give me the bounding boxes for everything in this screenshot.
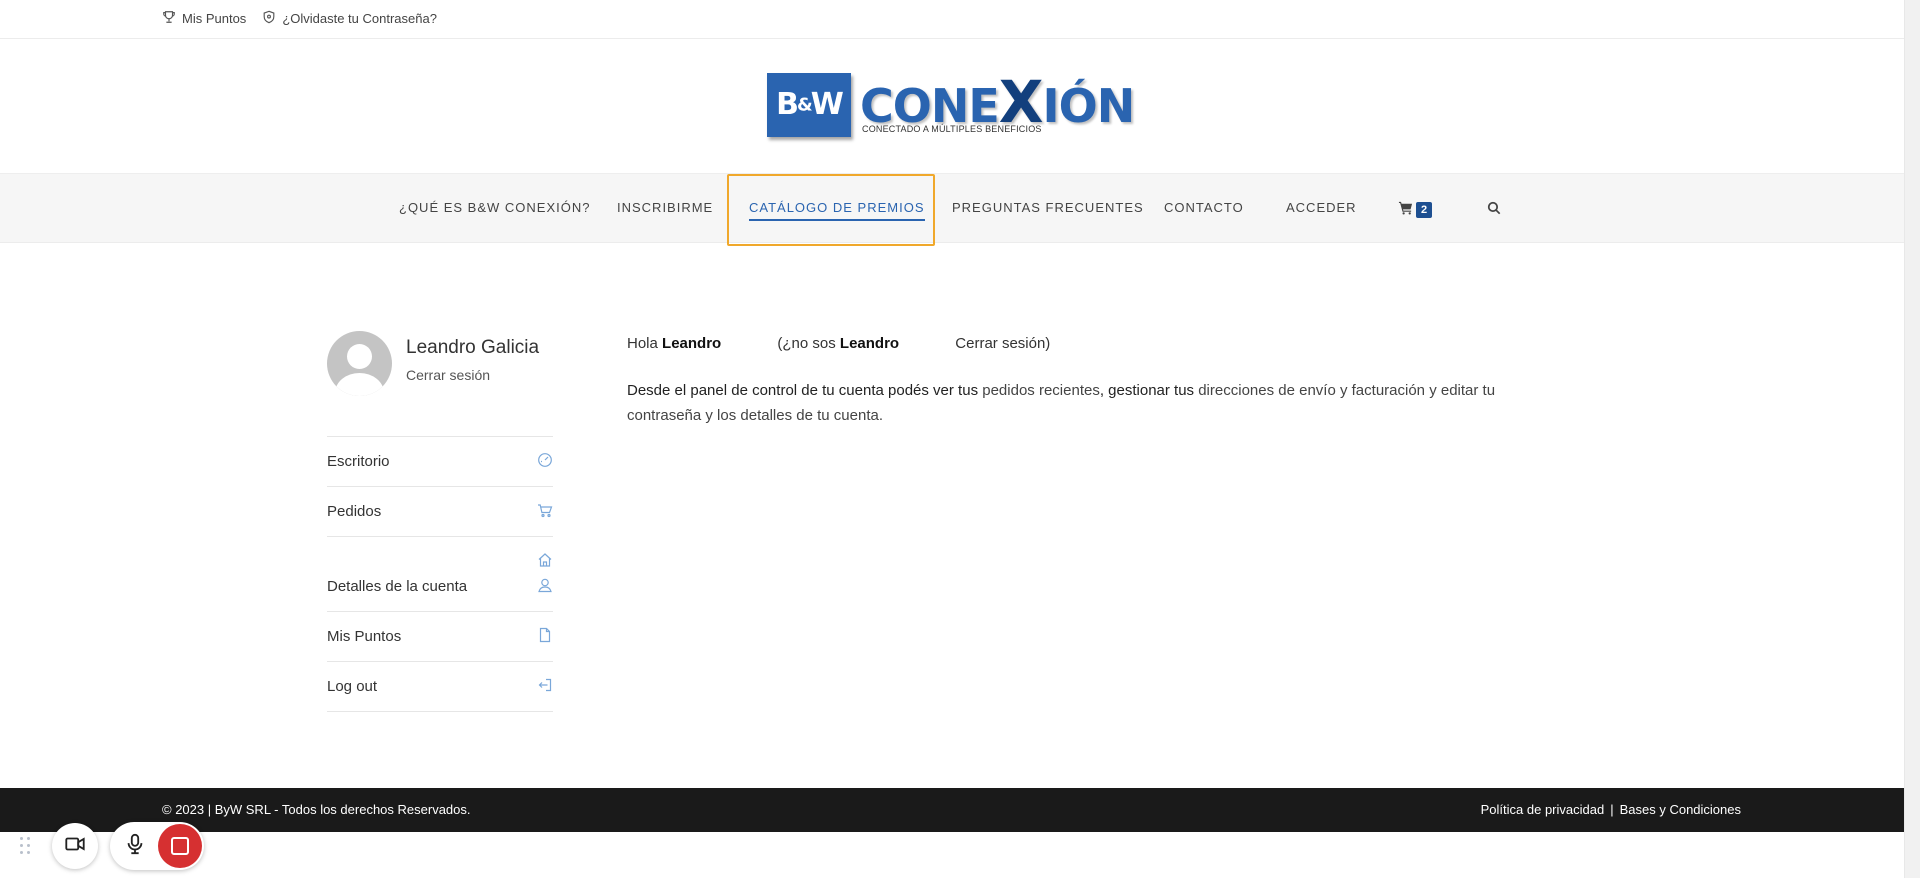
sidebar-logout-link[interactable]: Cerrar sesión	[406, 367, 490, 383]
document-icon	[537, 627, 553, 643]
microphone-icon	[125, 833, 145, 860]
my-points-link[interactable]: Mis Puntos	[162, 10, 246, 27]
drag-handle-icon[interactable]	[16, 834, 38, 858]
menu-item-label: Escritorio	[327, 453, 390, 470]
greeting-logout-link[interactable]: Cerrar sesión)	[955, 335, 1050, 352]
account-details-link[interactable]: contraseña y los detalles de tu cuenta	[627, 407, 879, 424]
home-icon	[537, 552, 553, 568]
stop-recording-button[interactable]	[158, 824, 202, 868]
greeting-line: Hola Leandro (¿no sos Leandro Cerrar ses…	[627, 335, 1051, 352]
stop-icon	[171, 837, 189, 855]
forgot-password-link[interactable]: ¿Olvidaste tu Contraseña?	[262, 10, 437, 27]
avatar	[327, 331, 392, 396]
account-menu: Escritorio Pedidos Detalles de la cuenta…	[327, 436, 553, 712]
page: Mis Puntos ¿Olvidaste tu Contraseña? B&W…	[0, 0, 1904, 878]
header-logo-area: B&W CONEXIÓN CONECTADO A MÚLTIPLES BENEF…	[0, 39, 1904, 173]
footer-separator: |	[1610, 802, 1614, 817]
footer-copyright: © 2023 | ByW SRL - Todos los derechos Re…	[162, 802, 471, 817]
terms-link[interactable]: Bases y Condiciones	[1620, 802, 1741, 817]
forgot-password-label: ¿Olvidaste tu Contraseña?	[282, 11, 437, 26]
recent-orders-link[interactable]: pedidos recientes	[982, 382, 1100, 399]
nav-item-contacto[interactable]: CONTACTO	[1164, 200, 1244, 215]
page-scrollbar[interactable]	[1904, 0, 1920, 878]
nav-item-acceder[interactable]: ACCEDER	[1286, 200, 1357, 215]
cart-icon	[1398, 200, 1413, 220]
nav-item-preguntas[interactable]: PREGUNTAS FRECUENTES	[952, 200, 1144, 215]
greeting-username-2: Leandro	[839, 335, 900, 352]
privacy-link[interactable]: Política de privacidad	[1481, 802, 1605, 817]
top-links: Mis Puntos ¿Olvidaste tu Contraseña?	[162, 10, 437, 27]
addresses-link[interactable]: direcciones de envío y facturación	[1198, 382, 1425, 399]
menu-item-label: Mis Puntos	[327, 628, 402, 645]
greeting-username: Leandro	[662, 335, 722, 352]
menu-item-log-out[interactable]: Log out	[327, 662, 553, 712]
site-footer: © 2023 | ByW SRL - Todos los derechos Re…	[0, 788, 1904, 832]
menu-item-mis-puntos[interactable]: Mis Puntos	[327, 612, 553, 662]
microphone-button[interactable]	[120, 831, 150, 861]
menu-item-label: Detalles de la cuenta	[327, 578, 468, 595]
site-logo[interactable]: B&W CONEXIÓN CONECTADO A MÚLTIPLES BENEF…	[767, 73, 1139, 141]
dashboard-description: Desde el panel de control de tu cuenta p…	[627, 382, 1496, 424]
nav-item-catalogo[interactable]: CATÁLOGO DE PREMIOS	[749, 200, 925, 221]
video-camera-icon	[64, 833, 86, 860]
top-bar: Mis Puntos ¿Olvidaste tu Contraseña?	[0, 0, 1904, 39]
logo-mark: B&W	[767, 73, 851, 137]
cart-button[interactable]: 2	[1398, 200, 1433, 220]
search-icon	[1487, 201, 1501, 219]
cart-count-badge: 2	[1416, 202, 1433, 218]
footer-legal-links: Política de privacidad | Bases y Condici…	[1481, 802, 1741, 817]
my-points-label: Mis Puntos	[182, 11, 247, 26]
menu-item-label: Pedidos	[327, 503, 382, 520]
menu-item-label: Log out	[327, 678, 378, 695]
logout-icon	[537, 677, 553, 693]
basket-icon	[537, 502, 553, 518]
dashboard-gauge-icon	[537, 452, 553, 468]
main-nav: ¿QUÉ ES B&W CONEXIÓN? INSCRIBIRME CATÁLO…	[0, 173, 1904, 246]
recorder-widget	[16, 822, 204, 870]
camera-button[interactable]	[52, 823, 98, 869]
nav-item-que-es[interactable]: ¿QUÉ ES B&W CONEXIÓN?	[399, 200, 590, 215]
shield-icon	[262, 10, 276, 27]
logo-tagline: CONECTADO A MÚLTIPLES BENEFICIOS	[862, 124, 1042, 134]
menu-item-detalles[interactable]: Detalles de la cuenta	[327, 537, 553, 612]
record-controls	[110, 822, 204, 870]
user-icon	[537, 577, 553, 593]
search-button[interactable]	[1487, 201, 1501, 220]
trophy-icon	[162, 10, 176, 27]
menu-item-pedidos[interactable]: Pedidos	[327, 487, 553, 537]
nav-item-inscribirme[interactable]: INSCRIBIRME	[617, 200, 713, 215]
user-name: Leandro Galicia	[406, 337, 540, 358]
menu-item-escritorio[interactable]: Escritorio	[327, 437, 553, 487]
